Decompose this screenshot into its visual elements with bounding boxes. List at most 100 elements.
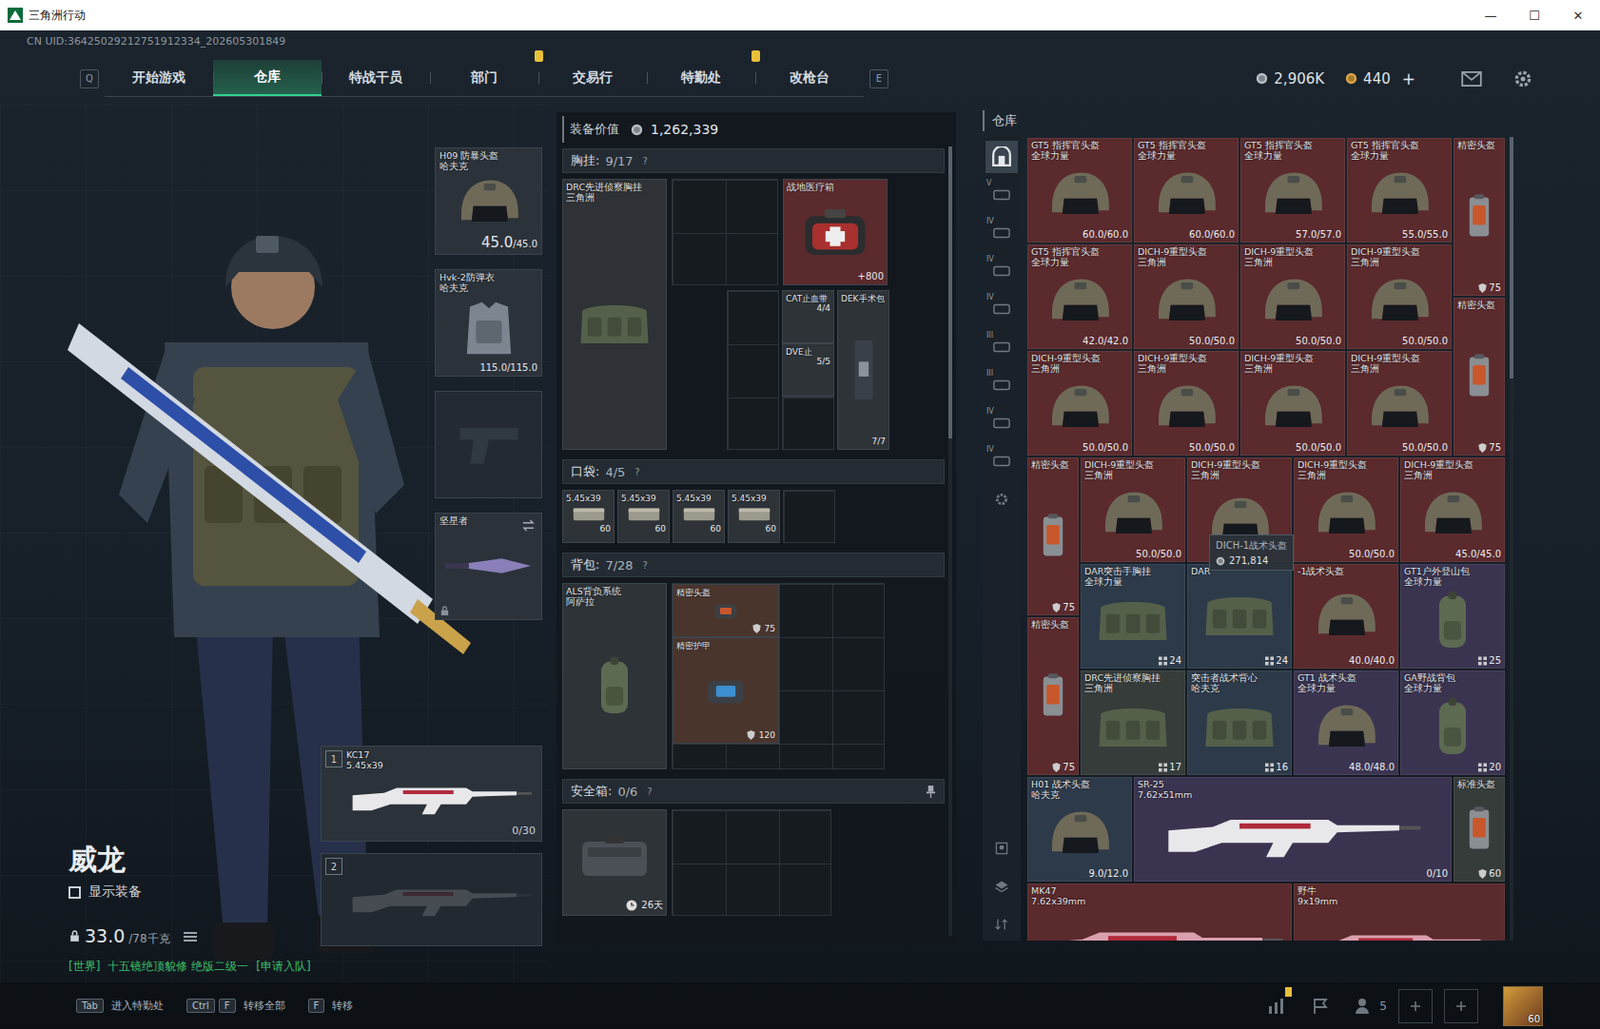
warehouse-item[interactable]: 标准头盔 60	[1453, 777, 1505, 882]
warehouse-tab[interactable]: III	[985, 331, 1018, 364]
window-control[interactable]: —	[1468, 8, 1513, 23]
medkit-item[interactable]: 战地医疗箱 +800	[782, 178, 888, 286]
backpack-item[interactable]: ALS背负系统阿萨拉	[562, 583, 667, 770]
warehouse-item[interactable]: SR-25 7.62x51mm 0/10	[1133, 777, 1452, 882]
warehouse-item[interactable]: 野牛 9x19mm	[1293, 883, 1505, 941]
warehouse-item[interactable]: DICH-9重型头盔 三角洲 DICH-1战术头盔 271,814	[1187, 457, 1292, 563]
stats-button[interactable]	[1267, 996, 1287, 1016]
show-gear-toggle[interactable]: 显示装备	[68, 883, 321, 901]
warehouse-item[interactable]: 精密头盔 75	[1027, 457, 1079, 616]
warehouse-item[interactable]: 突击者战术背心 哈夫克 16	[1187, 670, 1292, 776]
consumable-item[interactable]: DVE止 5/5	[781, 343, 835, 397]
pin-icon[interactable]	[925, 785, 937, 799]
friends-button[interactable]: 5	[1354, 996, 1387, 1016]
warehouse-item[interactable]: GT5 指挥官头盔 全球力量 42.0/42.0	[1027, 244, 1132, 350]
warehouse-item[interactable]: DICH-9重型头盔 三角洲 50.0/50.0	[1240, 351, 1346, 456]
next-tab-key[interactable]: E	[869, 69, 889, 89]
warehouse-item[interactable]: DAR 24	[1187, 564, 1292, 669]
main-tab[interactable]: 开始游戏	[104, 59, 214, 97]
warehouse-item[interactable]: 精密头盔 75	[1453, 137, 1505, 296]
warehouse-tab[interactable]: III	[985, 369, 1018, 402]
warehouse-item[interactable]: DRC先进侦察胸挂 三角洲 17	[1080, 670, 1186, 776]
warehouse-tab[interactable]: IV	[985, 445, 1018, 478]
weapon-slot[interactable]: 2	[320, 853, 543, 947]
scrollbar[interactable]	[948, 146, 953, 937]
warehouse-item[interactable]: DICH-9重型头盔 三角洲 50.0/50.0	[1240, 244, 1346, 350]
help-button[interactable]: ?	[643, 560, 648, 571]
player-avatar[interactable]: 60	[1502, 986, 1543, 1027]
armor-slot[interactable]: Hvk-2防弹衣哈夫克 115.0/115.0	[434, 269, 543, 377]
warehouse-item[interactable]: DICH-9重型头盔 三角洲 50.0/50.0	[1027, 351, 1132, 456]
gear-icon[interactable]	[1512, 69, 1534, 89]
warehouse-item[interactable]: DICH-9重型头盔 三角洲 45.0/45.0	[1400, 457, 1505, 563]
backpack-slot-item[interactable]: 精密头盔 75	[672, 584, 780, 638]
surgery-kit-item[interactable]: DEK手术包 7/7	[837, 290, 890, 450]
consumable-item[interactable]: CAT止血带 4/4	[781, 290, 835, 344]
main-tab[interactable]: 特战干员	[321, 59, 430, 97]
safe-slots[interactable]	[671, 809, 832, 917]
empty-slot[interactable]	[781, 396, 835, 450]
main-tab[interactable]: 改枪台	[755, 59, 864, 97]
main-tab[interactable]: 交易行	[538, 59, 647, 97]
invite-slot[interactable]	[1443, 989, 1479, 1024]
warehouse-item[interactable]: DICH-9重型头盔 三角洲 50.0/50.0	[1293, 457, 1399, 563]
weapon-slot[interactable]: 1 KC175.45x39 0/30	[320, 745, 543, 842]
warehouse-tab[interactable]: IV	[985, 216, 1018, 250]
pistol-slot[interactable]	[434, 390, 543, 499]
warehouse-item[interactable]: GT5 指挥官头盔 全球力量 60.0/60.0	[1027, 137, 1132, 243]
warehouse-item[interactable]: GT1户外登山包 全球力量 25	[1400, 564, 1505, 669]
warehouse-item[interactable]: DICH-9重型头盔 三角洲 50.0/50.0	[1346, 351, 1452, 456]
warehouse-tool[interactable]	[985, 870, 1018, 903]
safe-case-item[interactable]: 26天	[562, 809, 667, 917]
list-icon[interactable]	[183, 931, 197, 943]
ammo-item[interactable]: 5.45x39 60	[562, 489, 615, 544]
warehouse-tool[interactable]	[985, 832, 1018, 865]
window-control[interactable]: ☐	[1512, 8, 1557, 23]
warehouse-item[interactable]: DICH-9重型头盔 三角洲 50.0/50.0	[1346, 244, 1452, 350]
main-tab[interactable]: 特勤处	[646, 59, 756, 97]
add-currency-button[interactable]: +	[1402, 69, 1416, 89]
warehouse-item[interactable]: 精密头盔 75	[1453, 297, 1505, 456]
flag-button[interactable]	[1310, 996, 1330, 1016]
checkbox[interactable]	[68, 886, 81, 899]
warehouse-tool[interactable]	[985, 908, 1018, 941]
warehouse-item[interactable]: DICH-9重型头盔 三角洲 50.0/50.0	[1133, 244, 1239, 350]
warehouse-item[interactable]: DAR突击手胸挂 全球力量 24	[1080, 564, 1186, 669]
key-hint[interactable]: CtrlF 转移全部	[186, 998, 286, 1014]
ammo-item[interactable]: 5.45x39 60	[727, 489, 781, 544]
warehouse-item[interactable]: GT5 指挥官头盔 全球力量 60.0/60.0	[1133, 137, 1239, 243]
main-tab[interactable]: 仓库	[213, 59, 322, 97]
help-button[interactable]: ?	[643, 156, 648, 167]
warehouse-item[interactable]: 精密头盔 75	[1027, 617, 1079, 776]
ammo-item[interactable]: 5.45x39 60	[617, 489, 670, 544]
warehouse-item[interactable]: DICH-9重型头盔 三角洲 50.0/50.0	[1080, 457, 1186, 563]
chat-line[interactable]: [世界] 十五镜绝顶貌修 绝版二级一 [申请入队]	[68, 958, 321, 976]
warehouse-item[interactable]: H01 战术头盔 哈夫克 9.0/12.0	[1027, 777, 1132, 882]
help-button[interactable]: ?	[634, 467, 640, 478]
warehouse-item[interactable]: GT5 指挥官头盔 全球力量 55.0/55.0	[1346, 137, 1452, 243]
backpack-slot-item[interactable]: 精密护甲 120	[672, 637, 780, 744]
empty-slot[interactable]	[782, 489, 836, 544]
warehouse-item[interactable]: MK47 7.62x39mm	[1027, 883, 1292, 941]
help-button[interactable]: ?	[646, 786, 652, 798]
ammo-item[interactable]: 5.45x39 60	[672, 489, 725, 544]
warehouse-tab[interactable]	[985, 140, 1018, 174]
key-hint[interactable]: F 转移	[308, 998, 354, 1014]
empty-slot[interactable]	[671, 178, 779, 286]
melee-slot[interactable]: 坚星者	[434, 512, 543, 621]
warehouse-item[interactable]: GT5 指挥官头盔 全球力量 57.0/57.0	[1240, 137, 1346, 243]
helmet-slot[interactable]: H09 防暴头盔哈夫克 45.0/45.0	[434, 147, 543, 255]
warehouse-item[interactable]: GT1 战术头盔 全球力量 48.0/48.0	[1293, 670, 1399, 776]
main-tab[interactable]: 部门	[429, 59, 539, 97]
warehouse-item[interactable]: GA野战背包 全球力量 20	[1400, 670, 1505, 776]
warehouse-item[interactable]: -1战术头盔 40.0/40.0	[1293, 564, 1399, 669]
invite-slot[interactable]	[1398, 989, 1433, 1024]
empty-slot[interactable]	[726, 290, 780, 450]
warehouse-item[interactable]: DICH-9重型头盔 三角洲 50.0/50.0	[1133, 351, 1239, 456]
scrollbar[interactable]	[1509, 136, 1514, 941]
warehouse-tab[interactable]: IV	[985, 254, 1018, 288]
swap-icon[interactable]	[521, 518, 536, 533]
rig-item[interactable]: DRC先进侦察胸挂三角洲	[562, 178, 667, 450]
prev-tab-key[interactable]: Q	[79, 69, 99, 89]
warehouse-tab[interactable]: IV	[985, 292, 1018, 326]
